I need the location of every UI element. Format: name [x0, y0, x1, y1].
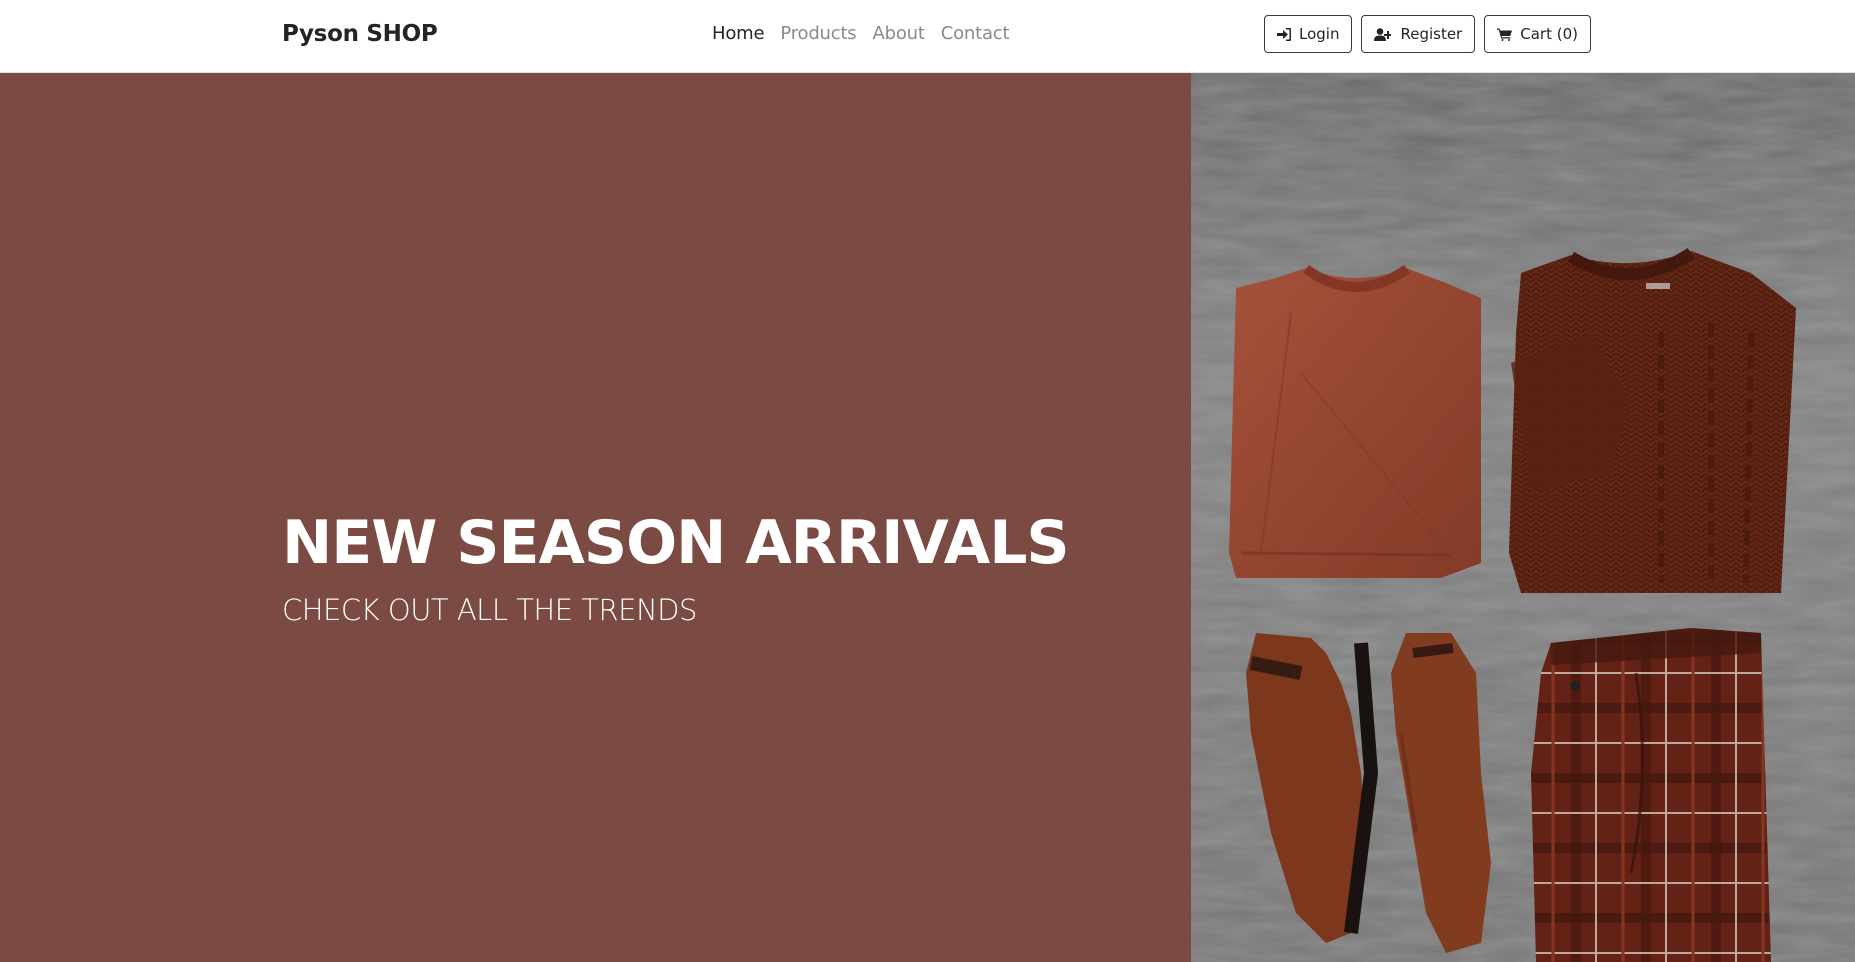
- nav-link-about[interactable]: About: [872, 23, 924, 44]
- nav-links: Home Products About Contact: [712, 23, 1010, 44]
- nav-buttons: Login Register Cart (0): [1264, 15, 1591, 53]
- hero-title: NEW SEASON ARRIVALS: [282, 508, 1070, 578]
- nav-link-products[interactable]: Products: [780, 23, 856, 44]
- user-plus-icon: [1374, 27, 1392, 41]
- register-label: Register: [1400, 25, 1463, 43]
- nav-link-contact[interactable]: Contact: [941, 23, 1010, 44]
- hero-color-panel: NEW SEASON ARRIVALS CHECK OUT ALL THE TR…: [0, 73, 1191, 962]
- brand-logo[interactable]: Pyson SHOP: [282, 21, 438, 47]
- sign-in-icon: [1277, 27, 1291, 41]
- hero-subtitle: CHECK OUT ALL THE TRENDS: [282, 593, 697, 627]
- login-button[interactable]: Login: [1264, 15, 1353, 53]
- nav-link-home[interactable]: Home: [712, 23, 765, 44]
- hero-section: NEW SEASON ARRIVALS CHECK OUT ALL THE TR…: [0, 73, 1855, 962]
- login-label: Login: [1299, 25, 1340, 43]
- hero-image: [1191, 73, 1855, 962]
- cart-button[interactable]: Cart (0): [1484, 15, 1591, 53]
- cart-label: Cart (0): [1520, 25, 1578, 43]
- navbar: Pyson SHOP Home Products About Contact L…: [0, 0, 1855, 73]
- register-button[interactable]: Register: [1361, 15, 1476, 53]
- cart-icon: [1497, 28, 1513, 41]
